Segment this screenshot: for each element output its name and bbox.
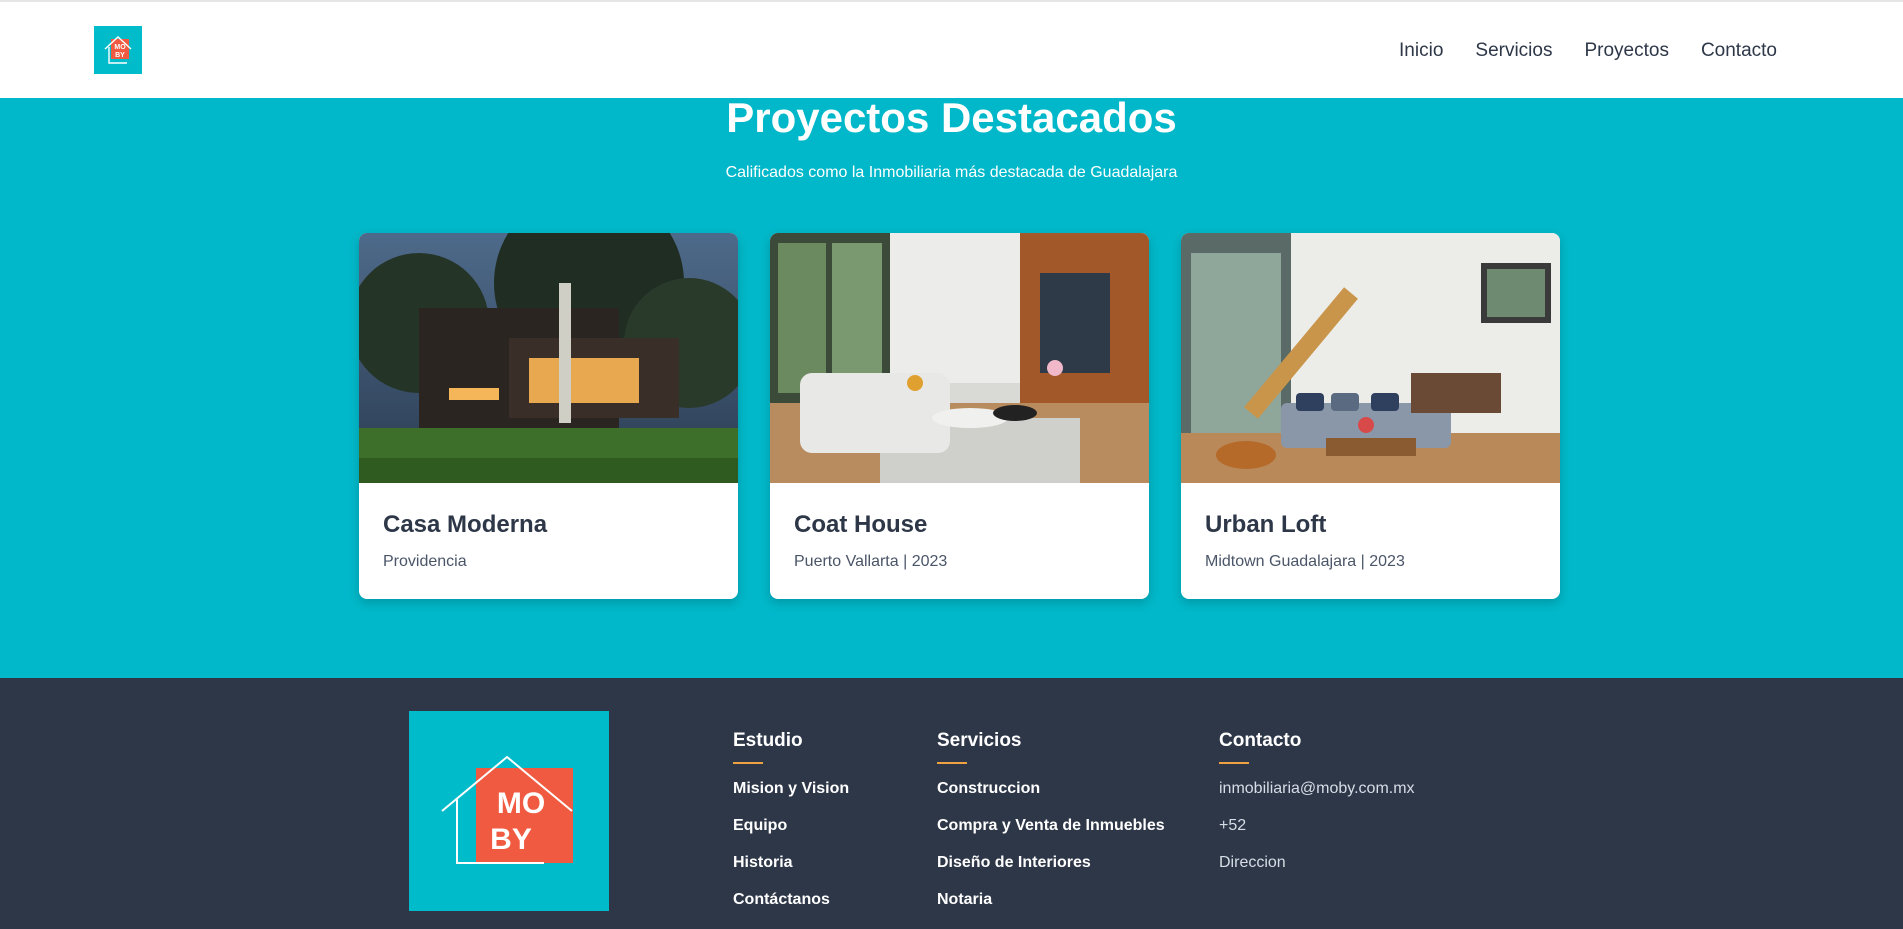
header-logo[interactable]: MO BY <box>94 26 142 74</box>
nav-servicios[interactable]: Servicios <box>1475 40 1552 62</box>
project-location: Puerto Vallarta | 2023 <box>794 553 948 570</box>
svg-text:MO: MO <box>497 787 545 820</box>
footer-heading-estudio: Estudio <box>733 730 803 751</box>
nav-contacto[interactable]: Contacto <box>1701 40 1777 62</box>
footer-link-compra-venta[interactable]: Compra y Venta de Inmuebles <box>937 817 1165 854</box>
heading-underline <box>937 762 967 764</box>
project-title: Casa Moderna <box>383 511 548 538</box>
project-card-casa-moderna[interactable]: Casa Moderna Providencia <box>359 233 738 599</box>
project-cards: Casa Moderna Providencia Coat House Puer… <box>359 233 1560 599</box>
loft-interior-photo <box>1181 233 1560 483</box>
footer-link-notaria[interactable]: Notaria <box>937 891 1165 928</box>
project-title: Coat House <box>794 511 928 538</box>
footer-col-contacto: Contacto inmobiliaria@moby.com.mx +52 Di… <box>1219 730 1415 891</box>
project-card-coat-house[interactable]: Coat House Puerto Vallarta | 2023 <box>770 233 1149 599</box>
moby-logo-icon: MO BY <box>104 36 132 64</box>
modern-house-photo <box>359 233 738 483</box>
footer-link-historia[interactable]: Historia <box>733 854 849 891</box>
main-nav: Inicio Servicios Proyectos Contacto <box>1399 40 1777 62</box>
footer-logo[interactable]: MO BY <box>409 711 609 911</box>
footer-link-construccion[interactable]: Construccion <box>937 780 1165 817</box>
nav-proyectos[interactable]: Proyectos <box>1584 40 1668 62</box>
site-footer: MO BY Estudio Mision y Vision Equipo His… <box>0 678 1903 929</box>
nav-inicio[interactable]: Inicio <box>1399 40 1443 62</box>
section-title: Proyectos Destacados <box>726 94 1177 141</box>
footer-heading-contacto: Contacto <box>1219 730 1302 751</box>
project-title: Urban Loft <box>1205 511 1327 538</box>
project-location: Midtown Guadalajara | 2023 <box>1205 553 1405 570</box>
footer-link-diseno[interactable]: Diseño de Interiores <box>937 854 1165 891</box>
footer-phone[interactable]: +52 <box>1219 817 1415 854</box>
footer-email[interactable]: inmobiliaria@moby.com.mx <box>1219 780 1415 817</box>
living-room-photo <box>770 233 1149 483</box>
svg-text:BY: BY <box>490 823 532 856</box>
footer-col-estudio: Estudio Mision y Vision Equipo Historia … <box>733 730 849 928</box>
svg-text:BY: BY <box>115 52 125 59</box>
footer-link-mision[interactable]: Mision y Vision <box>733 780 849 817</box>
heading-underline <box>733 762 763 764</box>
project-location: Providencia <box>383 553 467 570</box>
footer-heading-servicios: Servicios <box>937 730 1022 751</box>
heading-underline <box>1219 762 1249 764</box>
footer-address[interactable]: Direccion <box>1219 854 1415 891</box>
svg-text:MO: MO <box>114 44 126 51</box>
footer-col-servicios: Servicios Construccion Compra y Venta de… <box>937 730 1165 928</box>
footer-link-contactanos[interactable]: Contáctanos <box>733 891 849 928</box>
moby-logo-icon: MO BY <box>441 755 573 864</box>
section-subtitle: Calificados como la Inmobiliaria más des… <box>725 164 1178 181</box>
site-header: MO BY Inicio Servicios Proyectos Contact… <box>0 0 1903 98</box>
featured-projects-section: Proyectos Destacados Calificados como la… <box>0 94 1903 678</box>
project-card-urban-loft[interactable]: Urban Loft Midtown Guadalajara | 2023 <box>1181 233 1560 599</box>
footer-link-equipo[interactable]: Equipo <box>733 817 849 854</box>
